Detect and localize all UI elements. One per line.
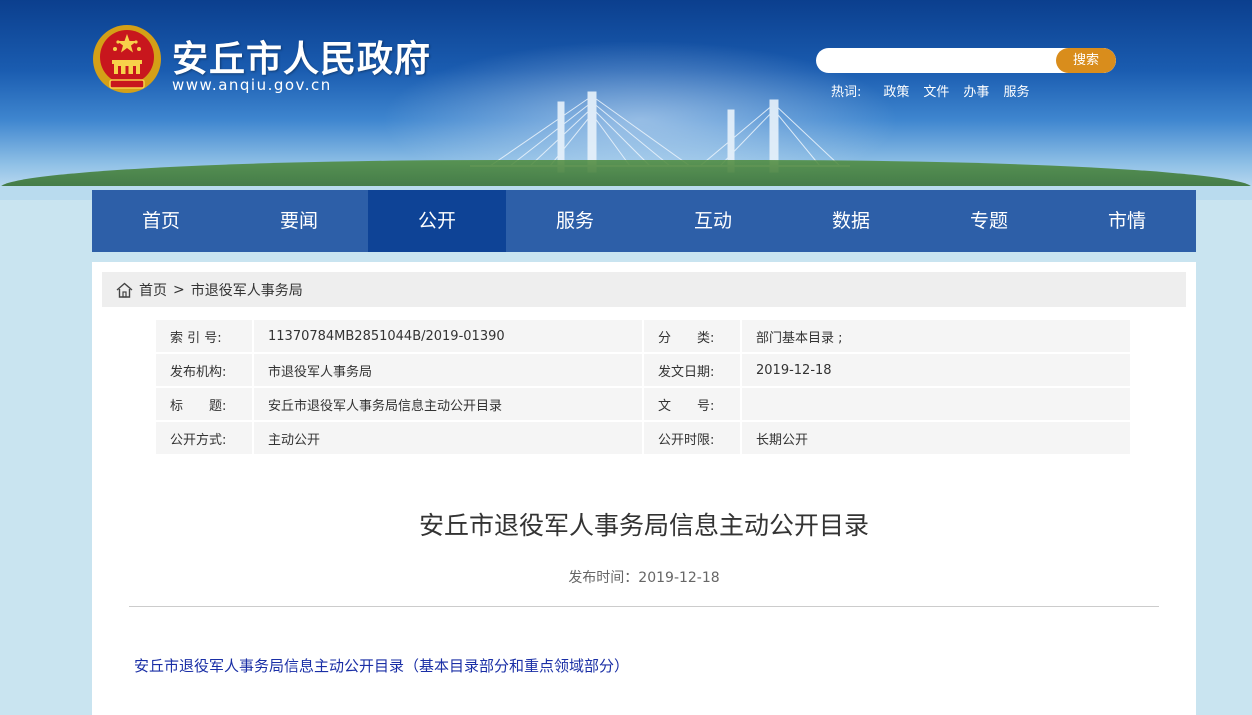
meta-label: 公开方式:: [156, 422, 254, 454]
hotword-link[interactable]: 服务: [1003, 81, 1029, 100]
nav-item-news[interactable]: 要闻: [230, 190, 368, 252]
meta-value: 部门基本目录 ;: [742, 320, 1130, 352]
table-row: 发布机构: 市退役军人事务局 发文日期: 2019-12-18: [156, 354, 1130, 386]
breadcrumb-separator: >: [173, 281, 185, 298]
metadata-table: 索 引 号: 11370784MB2851044B/2019-01390 分 类…: [156, 318, 1130, 456]
nav-item-interact[interactable]: 互动: [644, 190, 782, 252]
meta-label: 公开时限:: [644, 422, 742, 454]
meta-label: 标 题:: [156, 388, 254, 420]
nav-item-service[interactable]: 服务: [506, 190, 644, 252]
meta-label: 分 类:: [644, 320, 742, 352]
attachment-link[interactable]: 安丘市退役军人事务局信息主动公开目录（基本目录部分和重点领域部分）: [134, 655, 629, 676]
meta-value: [742, 388, 1130, 420]
table-row: 索 引 号: 11370784MB2851044B/2019-01390 分 类…: [156, 320, 1130, 352]
table-row: 公开方式: 主动公开 公开时限: 长期公开: [156, 422, 1130, 454]
meta-label: 文 号:: [644, 388, 742, 420]
nav-item-home[interactable]: 首页: [92, 190, 230, 252]
article-title: 安丘市退役军人事务局信息主动公开目录: [418, 511, 869, 540]
publish-time: 发布时间：2019-12-18: [568, 570, 720, 586]
meta-label: 发文日期:: [644, 354, 742, 386]
national-emblem-icon: [93, 25, 161, 93]
header-banner: 安丘市人民政府 www.anqiu.gov.cn 搜索 热词: 政策 文件 办事…: [0, 0, 1252, 200]
search-box: 搜索: [816, 48, 1116, 73]
content-panel: 首页 > 市退役军人事务局 索 引 号: 11370784MB2851044B/…: [92, 262, 1196, 715]
hotwords-label: 热词:: [831, 85, 862, 100]
breadcrumb: 首页 > 市退役军人事务局: [102, 272, 1186, 307]
hotword-link[interactable]: 政策: [883, 81, 909, 100]
hotword-link[interactable]: 办事: [963, 81, 989, 100]
meta-label: 发布机构:: [156, 354, 254, 386]
search-button[interactable]: 搜索: [1056, 48, 1116, 73]
site-title: 安丘市人民政府: [172, 39, 432, 80]
divider: [129, 606, 1159, 607]
hotword-link[interactable]: 文件: [923, 81, 949, 100]
home-icon: [116, 282, 133, 298]
breadcrumb-current-link[interactable]: 市退役军人事务局: [191, 280, 303, 300]
nav-item-city-info[interactable]: 市情: [1058, 190, 1196, 252]
site-url: www.anqiu.gov.cn: [172, 76, 332, 94]
meta-value: 市退役军人事务局: [254, 354, 644, 386]
breadcrumb-home-link[interactable]: 首页: [139, 280, 167, 300]
meta-value: 长期公开: [742, 422, 1130, 454]
nav-item-data[interactable]: 数据: [782, 190, 920, 252]
nav-item-public[interactable]: 公开: [368, 190, 506, 252]
nav-item-topics[interactable]: 专题: [920, 190, 1058, 252]
tree-line: [0, 160, 1252, 188]
meta-label: 索 引 号:: [156, 320, 254, 352]
meta-value: 2019-12-18: [742, 354, 1130, 386]
meta-value: 11370784MB2851044B/2019-01390: [254, 320, 644, 352]
table-row: 标 题: 安丘市退役军人事务局信息主动公开目录 文 号:: [156, 388, 1130, 420]
meta-value: 安丘市退役军人事务局信息主动公开目录: [254, 388, 644, 420]
hotwords: 热词: 政策 文件 办事 服务: [831, 81, 1043, 100]
main-nav: 首页 要闻 公开 服务 互动 数据 专题 市情: [92, 190, 1196, 252]
meta-value: 主动公开: [254, 422, 644, 454]
search-input[interactable]: [816, 48, 1056, 73]
